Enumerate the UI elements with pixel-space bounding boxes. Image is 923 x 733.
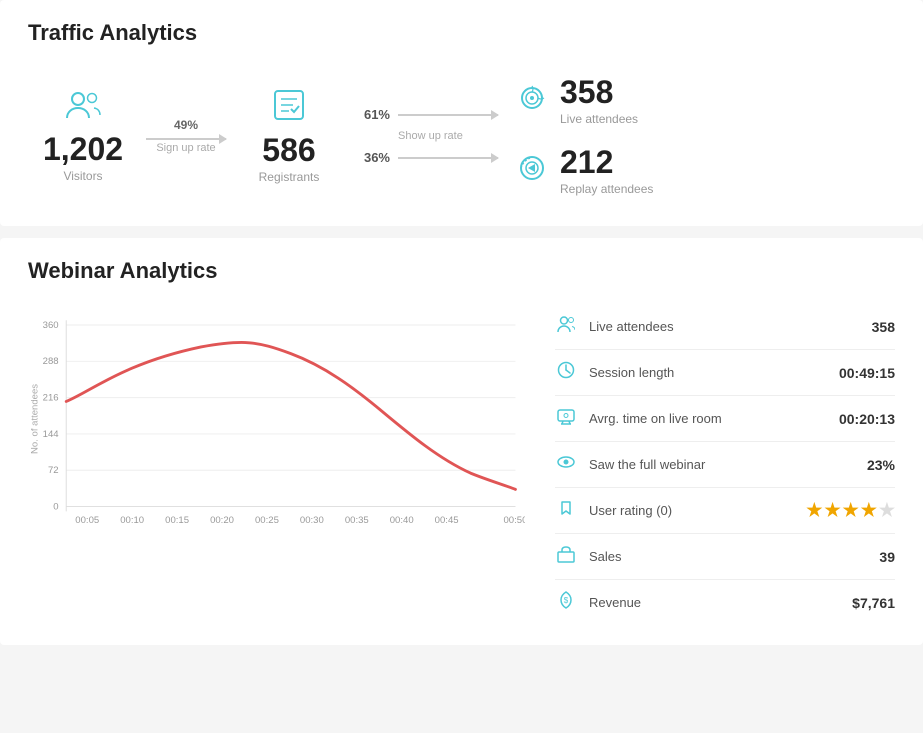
sales-stat-name: Sales (589, 549, 867, 564)
replay-attendees-label: Replay attendees (560, 182, 653, 196)
saw-full-stat-name: Saw the full webinar (589, 457, 855, 472)
sales-icon (555, 545, 577, 568)
stat-session-length: Session length 00:49:15 (555, 350, 895, 396)
signup-label: Sign up rate (156, 142, 215, 154)
page: Traffic Analytics 1,202 Visitors 49% (0, 0, 923, 733)
visitors-icon (65, 90, 101, 127)
avg-time-stat-name: Avrg. time on live room (589, 411, 827, 426)
traffic-analytics-section: Traffic Analytics 1,202 Visitors 49% (0, 0, 923, 226)
sales-stat-value: 39 (879, 549, 895, 565)
svg-text:00:45: 00:45 (435, 515, 459, 526)
svg-text:288: 288 (43, 356, 59, 367)
stat-sales: Sales 39 (555, 534, 895, 580)
upper-pct: 61% (354, 107, 390, 122)
saw-full-stat-value: 23% (867, 457, 895, 473)
webinar-title: Webinar Analytics (28, 258, 895, 284)
revenue-stat-value: $7,761 (852, 595, 895, 611)
svg-text:360: 360 (43, 320, 59, 331)
svg-text:00:25: 00:25 (255, 515, 279, 526)
fork-section: 61% Show up rate 36% (354, 107, 498, 165)
star-4: ★ (861, 500, 877, 521)
star-5: ★ (879, 500, 895, 521)
live-attendees-label: Live attendees (560, 112, 638, 126)
svg-text:72: 72 (48, 465, 59, 476)
signup-arrow-line (146, 138, 226, 140)
star-2: ★ (824, 500, 840, 521)
stat-live-attendees: Live attendees 358 (555, 304, 895, 350)
signup-arrow-block: 49% Sign up rate (146, 118, 226, 154)
svg-text:00:20: 00:20 (210, 515, 234, 526)
session-length-stat-value: 00:49:15 (839, 365, 895, 381)
outcomes-block: 358 Live attendees (518, 76, 653, 196)
stars-container: ★ ★ ★ ★ ★ (806, 500, 895, 521)
stat-revenue: $ Revenue $7,761 (555, 580, 895, 625)
saw-full-icon (555, 453, 577, 476)
svg-text:00:50: 00:50 (503, 515, 525, 526)
live-attendees-block: 358 Live attendees (518, 76, 653, 126)
visitors-block: 1,202 Visitors (38, 90, 128, 183)
user-rating-stat-name: User rating (0) (589, 503, 794, 518)
signup-pct: 49% (174, 118, 198, 132)
chart-area: 360 288 216 144 72 0 (28, 304, 525, 625)
revenue-icon: $ (555, 591, 577, 614)
avg-time-icon (555, 407, 577, 430)
user-rating-stat-value: ★ ★ ★ ★ ★ (806, 500, 895, 521)
replay-attendees-icon (518, 154, 546, 188)
registrants-value: 586 (262, 134, 315, 166)
svg-text:No. of attendees: No. of attendees (30, 384, 41, 454)
registrants-label: Registrants (259, 170, 320, 184)
svg-text:0: 0 (53, 501, 58, 512)
svg-text:00:40: 00:40 (390, 515, 414, 526)
svg-text:00:35: 00:35 (345, 515, 369, 526)
replay-attendees-value: 212 (560, 146, 653, 178)
svg-text:00:10: 00:10 (120, 515, 144, 526)
svg-text:$: $ (564, 596, 569, 605)
webinar-analytics-section: Webinar Analytics 360 288 216 144 72 0 (0, 238, 923, 645)
user-rating-icon (555, 499, 577, 522)
revenue-stat-name: Revenue (589, 595, 840, 610)
lower-arrow (398, 157, 498, 159)
live-attendees-stat-value: 358 (872, 319, 895, 335)
traffic-metrics-row: 1,202 Visitors 49% Sign up rate (28, 66, 895, 206)
session-length-stat-name: Session length (589, 365, 827, 380)
show-up-label: Show up rate (398, 130, 463, 142)
live-attendees-icon (518, 84, 546, 118)
svg-text:144: 144 (43, 429, 60, 440)
registrants-icon (273, 89, 305, 128)
svg-text:00:05: 00:05 (75, 515, 99, 526)
stat-user-rating: User rating (0) ★ ★ ★ ★ ★ (555, 488, 895, 534)
visitors-label: Visitors (63, 169, 102, 183)
live-attendees-stat-icon (555, 315, 577, 338)
svg-text:00:30: 00:30 (300, 515, 324, 526)
svg-text:00:15: 00:15 (165, 515, 189, 526)
webinar-content-row: 360 288 216 144 72 0 (28, 304, 895, 625)
avg-time-stat-value: 00:20:13 (839, 411, 895, 427)
visitors-value: 1,202 (43, 133, 123, 165)
star-1: ★ (806, 500, 822, 521)
fork-upper: 61% (354, 107, 498, 122)
live-attendees-value: 358 (560, 76, 638, 108)
live-attendees-value-block: 358 Live attendees (560, 76, 638, 126)
session-length-icon (555, 361, 577, 384)
upper-arrow (398, 114, 498, 116)
lower-pct: 36% (354, 150, 390, 165)
star-3: ★ (843, 500, 859, 521)
stats-area: Live attendees 358 Session length 00:49:… (555, 304, 895, 625)
webinar-chart: 360 288 216 144 72 0 (28, 304, 525, 604)
stat-avg-time: Avrg. time on live room 00:20:13 (555, 396, 895, 442)
live-attendees-stat-name: Live attendees (589, 319, 860, 334)
stat-saw-full: Saw the full webinar 23% (555, 442, 895, 488)
traffic-title: Traffic Analytics (28, 20, 895, 46)
replay-attendees-value-block: 212 Replay attendees (560, 146, 653, 196)
replay-attendees-block: 212 Replay attendees (518, 146, 653, 196)
registrants-block: 586 Registrants (244, 89, 334, 184)
svg-text:216: 216 (43, 392, 59, 403)
fork-lower: 36% (354, 150, 498, 165)
